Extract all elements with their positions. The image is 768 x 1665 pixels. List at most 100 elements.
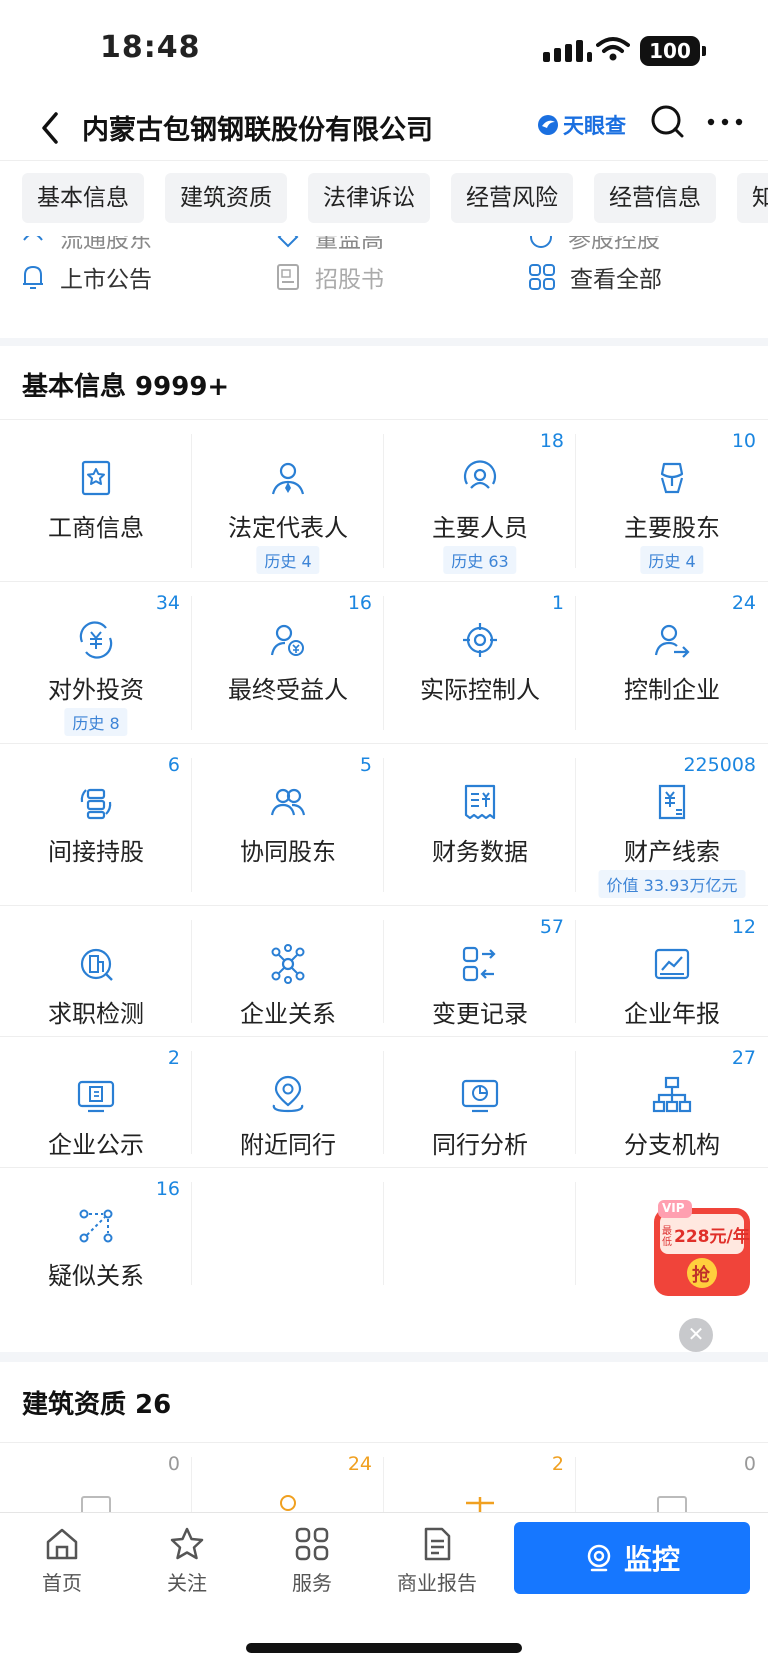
construction-cell-4[interactable]: 0 — [576, 1443, 768, 1523]
star-icon — [170, 1527, 204, 1560]
more-icon[interactable] — [705, 110, 745, 134]
card-label: 企业关系 — [240, 1000, 336, 1028]
share-icon — [23, 236, 43, 241]
quick-link-prospectus[interactable]: 招股书 — [275, 260, 384, 294]
two-persons-icon — [270, 788, 306, 816]
quick-link-executives[interactable]: 董监高 — [275, 236, 384, 254]
card-label: 对外投资 — [48, 676, 144, 704]
promo-prefix: 最低 — [662, 1226, 672, 1248]
quick-link-announcements[interactable]: 上市公告 — [20, 260, 152, 294]
section-title-construction: 建筑资质 26 — [22, 1390, 172, 1420]
search-icon[interactable] — [648, 102, 688, 142]
tab-basic-info[interactable]: 基本信息 — [22, 173, 144, 223]
info-card-1[interactable]: 工商信息 — [0, 420, 192, 582]
info-card-18[interactable]: 附近同行 — [192, 1037, 384, 1168]
card-label: 控制企业 — [624, 676, 720, 704]
card-label: 主要人员 — [432, 514, 528, 542]
info-card-2[interactable]: 法定代表人 历史 4 — [192, 420, 384, 582]
tab-ip[interactable]: 知 — [737, 173, 768, 223]
person-circle-icon — [463, 460, 497, 489]
info-card-14[interactable]: 企业关系 — [192, 906, 384, 1037]
count-label: 18 — [539, 430, 564, 452]
info-card-13[interactable]: 求职检测 — [0, 906, 192, 1037]
info-card-12[interactable]: 225008 财产线索价值 33.93万亿元 — [576, 744, 768, 906]
info-card-8[interactable]: 24 控制企业 — [576, 582, 768, 744]
back-chevron-icon[interactable] — [30, 102, 70, 154]
info-card-9[interactable]: 6 间接持股 — [0, 744, 192, 906]
info-card-17[interactable]: 2 企业公示 — [0, 1037, 192, 1168]
category-tabs: 基本信息 建筑资质 法律诉讼 经营风险 经营信息 知 — [0, 160, 768, 236]
tab-construction[interactable]: 建筑资质 — [165, 173, 287, 223]
history-badge: 历史 4 — [256, 546, 320, 574]
signal-icon — [543, 40, 592, 62]
home-icon — [46, 1528, 78, 1560]
report-icon — [424, 1527, 451, 1561]
card-label: 同行分析 — [432, 1131, 528, 1159]
quick-link-float-shareholders[interactable]: 流通股东 — [20, 236, 152, 254]
card-label: 工商信息 — [48, 514, 144, 542]
tab-operating-risk[interactable]: 经营风险 — [451, 173, 573, 223]
count-label: 0 — [743, 1453, 756, 1475]
yen-cycle-icon — [79, 621, 113, 659]
invoice-yen-icon — [464, 784, 496, 820]
count-label: 225008 — [683, 754, 756, 776]
quick-link-view-all[interactable]: 查看全部 — [528, 260, 662, 294]
certificate-star-icon — [81, 460, 111, 496]
card-label: 最终受益人 — [228, 676, 348, 704]
construction-cell-3[interactable]: 2 — [384, 1443, 576, 1523]
info-card-4[interactable]: 10 主要股东 历史 4 — [576, 420, 768, 582]
info-card-6[interactable]: 16 最终受益人 — [192, 582, 384, 744]
count-label: 5 — [359, 754, 372, 776]
count-label: 16 — [347, 592, 372, 614]
home-indicator — [246, 1643, 522, 1653]
card-label: 主要股东 — [624, 514, 720, 542]
tab-operating-info[interactable]: 经营信息 — [594, 173, 716, 223]
construction-row: 0 24 2 0 — [0, 1442, 768, 1523]
location-icon — [272, 1075, 304, 1113]
construction-cell-2[interactable]: 24 — [192, 1443, 384, 1513]
document-yen-icon — [658, 784, 686, 820]
quick-links: 流通股东 董监高 参股控股 上市公告 招股书 查看全部 — [0, 236, 768, 338]
construction-section: 建筑资质 26 0 24 2 0 — [0, 1362, 768, 1523]
promo-close-icon[interactable]: ✕ — [679, 1318, 713, 1352]
section-title-basic-info: 基本信息 9999+ — [22, 372, 230, 402]
bottom-nav-home[interactable]: 首页 — [12, 1525, 112, 1596]
org-tree-icon — [652, 1076, 692, 1113]
card-label: 财产线索 — [624, 838, 720, 866]
card-label: 企业年报 — [624, 1000, 720, 1028]
info-card-11[interactable]: 财务数据 — [384, 744, 576, 906]
nav-bar: 内蒙古包钢钢联股份有限公司 天眼查 — [0, 96, 768, 160]
count-label: 24 — [347, 1453, 372, 1475]
shareholder-icon — [660, 462, 684, 494]
tianyancha-logo-icon — [538, 115, 558, 135]
wifi-icon — [596, 37, 630, 61]
count-label: 27 — [731, 1047, 756, 1069]
info-card-19[interactable]: 同行分析 — [384, 1037, 576, 1168]
card-label: 变更记录 — [432, 1000, 528, 1028]
tab-legal[interactable]: 法律诉讼 — [308, 173, 430, 223]
bottom-nav-report[interactable]: 商业报告 — [387, 1525, 487, 1596]
grid-row: 6 间接持股 5 协同股东 财务数据 225008 财产线索价值 33.93万亿元 — [0, 743, 768, 905]
layers-cycle-icon — [80, 788, 112, 820]
info-card-15[interactable]: 57 变更记录 — [384, 906, 576, 1037]
vip-promo-banner[interactable]: VIP 最低 228元/年 抢 — [650, 1198, 754, 1298]
info-card-16[interactable]: 12 企业年报 — [576, 906, 768, 1037]
monitor-button[interactable]: 监控 — [514, 1522, 750, 1594]
history-badge: 历史 63 — [443, 546, 517, 574]
info-card-21[interactable]: 16 疑似关系 — [0, 1168, 192, 1299]
bottom-nav-follow[interactable]: 关注 — [137, 1525, 237, 1596]
info-card-7[interactable]: 1 实际控制人 — [384, 582, 576, 744]
history-badge: 历史 8 — [64, 708, 128, 736]
building-search-icon — [80, 948, 113, 981]
card-label: 企业公示 — [48, 1131, 144, 1159]
history-badge: 价值 33.93万亿元 — [598, 870, 746, 898]
info-card-20[interactable]: 27 分支机构 — [576, 1037, 768, 1168]
quick-link-holdings[interactable]: 参股控股 — [528, 236, 660, 254]
info-card-5[interactable]: 34 对外投资 历史 8 — [0, 582, 192, 744]
info-card-3[interactable]: 18 主要人员历史 63 — [384, 420, 576, 582]
construction-cell-1[interactable]: 0 — [0, 1443, 192, 1523]
brand-name: 天眼查 — [563, 114, 626, 138]
card-label: 间接持股 — [48, 838, 144, 866]
info-card-10[interactable]: 5 协同股东 — [192, 744, 384, 906]
bottom-nav-services[interactable]: 服务 — [262, 1525, 362, 1596]
